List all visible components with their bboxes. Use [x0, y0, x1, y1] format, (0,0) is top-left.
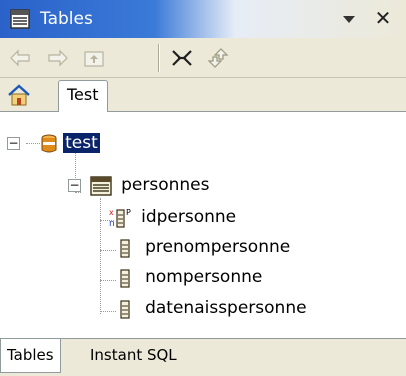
tab-test[interactable]: Test: [58, 80, 108, 113]
tree-node-table[interactable]: personnes: [90, 172, 209, 198]
tables-view-panel: Tables ✕ Test − test − personnes x n P i…: [0, 0, 406, 376]
collapse-toggle[interactable]: −: [7, 137, 20, 150]
back-arrow-icon[interactable]: [8, 46, 32, 70]
tree-node-database[interactable]: test: [40, 130, 101, 156]
tree-connector: [75, 192, 81, 193]
tree-node-label: nompersonne: [145, 267, 263, 287]
tree-node-label: prenompersonne: [145, 237, 291, 257]
svg-text:x: x: [109, 208, 114, 217]
collapse-all-icon[interactable]: [170, 46, 194, 70]
tree-connector: [100, 311, 116, 312]
table-icon: [90, 175, 112, 196]
tree-node-label: personnes: [121, 175, 210, 195]
tree-connector: [100, 250, 116, 251]
tree-node-column[interactable]: x n P idpersonne: [108, 204, 236, 230]
close-view-button[interactable]: ✕: [372, 6, 394, 30]
view-title-bar[interactable]: Tables ✕: [0, 0, 406, 38]
svg-text:n: n: [109, 219, 115, 229]
svg-text:P: P: [126, 208, 131, 217]
table-icon: [10, 9, 30, 29]
database-icon: [41, 134, 57, 152]
tree-node-column[interactable]: datenaisspersonne: [118, 295, 307, 321]
view-toolbar: [0, 38, 406, 78]
tree-node-label: datenaisspersonne: [145, 298, 307, 318]
primary-key-column-icon: x n P: [109, 208, 131, 229]
bottom-tab-strip: Tables Instant SQL: [0, 338, 406, 376]
forward-arrow-icon[interactable]: [46, 46, 70, 70]
tree-node-column[interactable]: prenompersonne: [118, 234, 290, 260]
view-menu-triangle-icon[interactable]: [340, 10, 358, 28]
collapse-toggle[interactable]: −: [68, 179, 81, 192]
connection-tabs: Test: [0, 78, 406, 113]
tree-node-label: idpersonne: [141, 207, 237, 227]
tab-instant-sql[interactable]: Instant SQL: [84, 339, 183, 373]
home-icon[interactable]: [6, 83, 32, 107]
tree-connector: [100, 280, 116, 281]
up-folder-icon[interactable]: [82, 46, 106, 70]
tree-connector: [100, 198, 101, 314]
link-arrows-icon[interactable]: [206, 46, 230, 70]
column-icon: [120, 268, 130, 288]
tree-node-label: test: [62, 132, 101, 154]
view-title: Tables: [40, 9, 93, 29]
tree-connector: [26, 143, 40, 144]
toolbar-separator: [158, 44, 160, 72]
tab-tables[interactable]: Tables: [0, 339, 61, 373]
column-icon: [120, 238, 130, 258]
column-icon: [120, 299, 130, 319]
tree-node-column[interactable]: nompersonne: [118, 264, 262, 290]
table-tree: − test − personnes x n P idpersonne pren…: [0, 112, 406, 336]
